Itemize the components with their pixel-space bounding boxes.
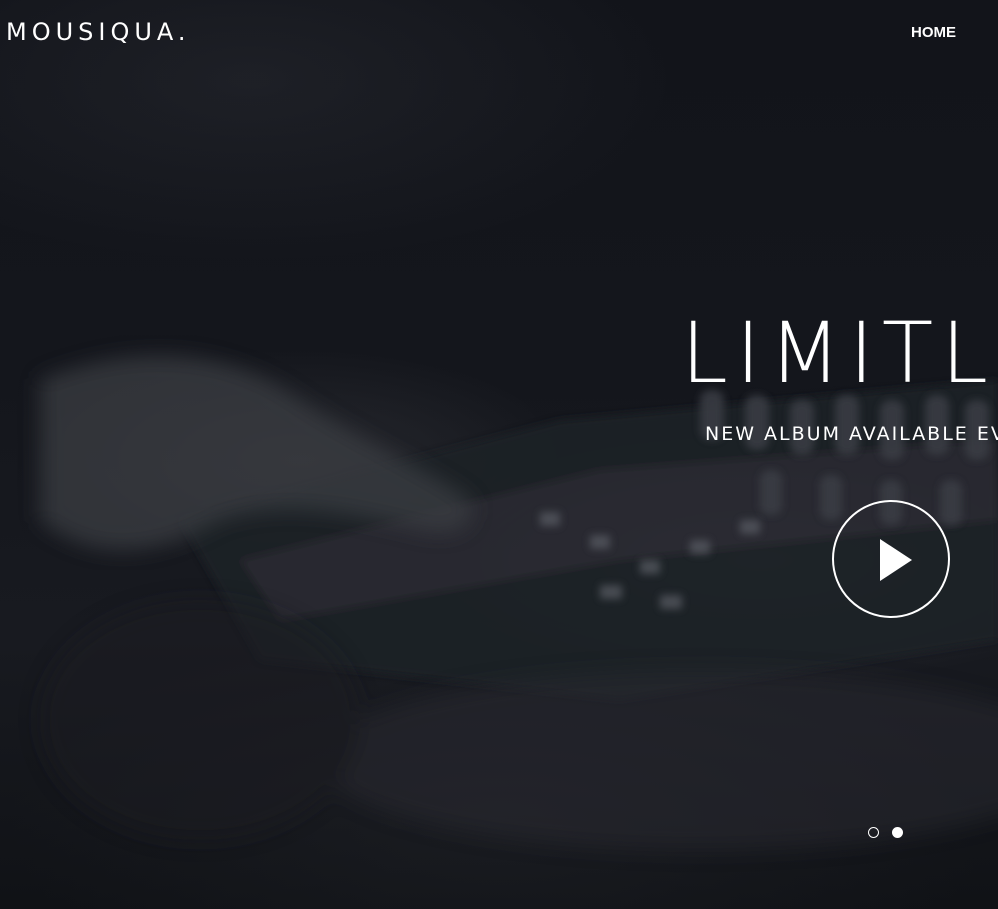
play-button[interactable] (832, 500, 950, 618)
hero-headline: LIMITLESS (681, 304, 998, 402)
hero-section: MOUSIQUA. HOME LIMITLESS NEW ALBUM AVAIL… (0, 0, 998, 909)
play-icon (880, 539, 912, 581)
logo[interactable]: MOUSIQUA. (6, 18, 191, 46)
slider-dot-1[interactable] (868, 827, 879, 838)
hero-subline: NEW ALBUM AVAILABLE EVERYWHERE (705, 423, 998, 445)
nav-home-link[interactable]: HOME (911, 24, 956, 41)
slider-dot-2-active[interactable] (892, 827, 903, 838)
background-image (40, 355, 998, 850)
